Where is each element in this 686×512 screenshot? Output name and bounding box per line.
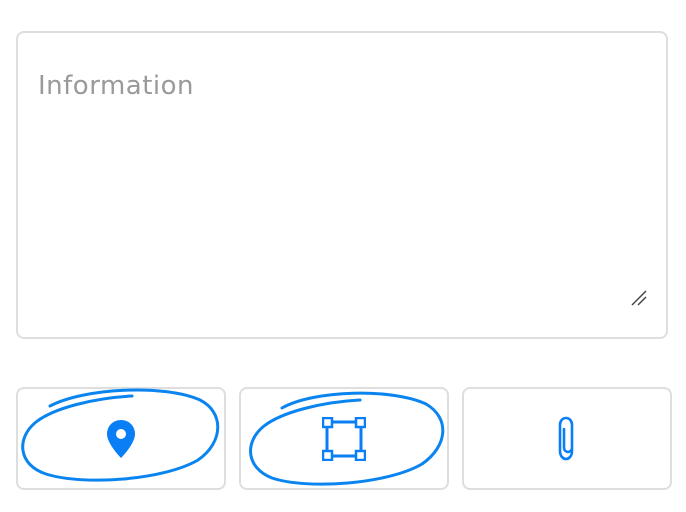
location-button[interactable]	[16, 387, 226, 490]
paperclip-icon	[558, 416, 574, 460]
information-textarea[interactable]	[18, 33, 666, 337]
select-area-button[interactable]	[239, 387, 449, 490]
information-field-container	[16, 31, 668, 339]
crop-area-icon	[322, 416, 366, 461]
resize-handle-icon[interactable]	[630, 289, 648, 307]
map-pin-icon	[107, 419, 135, 458]
attach-file-button[interactable]	[462, 387, 672, 490]
